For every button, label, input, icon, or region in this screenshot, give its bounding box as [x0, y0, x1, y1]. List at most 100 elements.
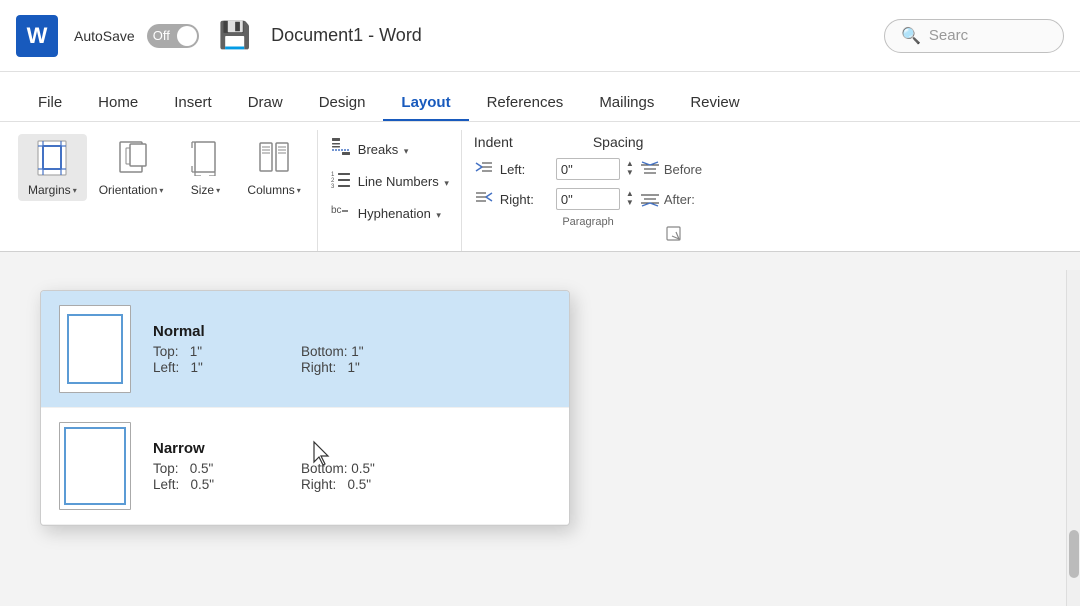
normal-bottom-entry: Bottom: 1": [301, 344, 421, 359]
left-indent-label: Left:: [500, 162, 550, 177]
narrow-margin-name: Narrow: [153, 440, 421, 457]
margins-arrow-icon: ▾: [73, 186, 77, 195]
normal-preview-inner: [67, 314, 123, 384]
hyphenation-icon: bc: [330, 200, 352, 227]
indent-spacing-titles: Indent Spacing: [474, 130, 702, 150]
after-spacing-label: After:: [640, 191, 695, 207]
narrow-top-bottom-row: Top: 0.5" Bottom: 0.5": [153, 461, 421, 476]
narrow-left-entry: Left: 0.5": [153, 477, 273, 492]
paragraph-tools-group: Breaks ▾ 1 2 3 Line Numbers: [318, 130, 462, 251]
breaks-label[interactable]: Breaks ▾: [358, 142, 409, 157]
word-logo-icon: W: [16, 15, 58, 57]
right-indent-input[interactable]: [556, 188, 620, 210]
tab-layout[interactable]: Layout: [383, 84, 468, 121]
normal-top-bottom-row: Top: 1" Bottom: 1": [153, 344, 421, 359]
svg-text:bc: bc: [331, 205, 342, 216]
search-box[interactable]: 🔍 Searc: [884, 19, 1064, 53]
columns-arrow-icon: ▾: [297, 186, 301, 195]
columns-icon: [255, 138, 293, 181]
title-bar: W AutoSave Off 💾 Document1 - Word 🔍 Sear…: [0, 0, 1080, 72]
normal-margin-name: Normal: [153, 323, 421, 340]
margin-item-narrow[interactable]: Narrow Top: 0.5" Bottom: 0.5" Left: 0.5"…: [41, 408, 569, 525]
size-arrow-icon: ▾: [216, 186, 220, 195]
margins-dropdown: Normal Top: 1" Bottom: 1" Left: 1" Right…: [40, 290, 570, 526]
narrow-margin-details: Top: 0.5" Bottom: 0.5" Left: 0.5" Right:…: [153, 461, 421, 492]
columns-button[interactable]: Columns ▾: [237, 134, 310, 201]
save-icon[interactable]: 💾: [219, 20, 251, 51]
normal-left-entry: Left: 1": [153, 360, 273, 375]
size-button[interactable]: Size ▾: [175, 134, 235, 201]
tab-file[interactable]: File: [20, 84, 80, 121]
size-icon: [186, 138, 224, 181]
tab-draw[interactable]: Draw: [230, 84, 301, 121]
scrollbar[interactable]: [1066, 270, 1080, 606]
orientation-label: Orientation ▾: [99, 183, 164, 197]
right-indent-label: Right:: [500, 192, 550, 207]
indent-title: Indent: [474, 134, 513, 150]
hyphenation-arrow-icon: ▾: [436, 210, 441, 220]
margins-button[interactable]: Margins ▾: [18, 134, 87, 201]
breaks-arrow-icon: ▾: [404, 146, 409, 156]
before-spacing-label: Before: [640, 161, 702, 177]
right-indent-spinner[interactable]: ▲ ▼: [626, 190, 634, 208]
narrow-page-preview: [59, 422, 131, 510]
indent-spacing-rows: Left: ▲ ▼ Before Right: ▲: [474, 150, 702, 212]
search-icon: 🔍: [901, 26, 921, 46]
right-indent-down-arrow[interactable]: ▼: [626, 199, 634, 208]
left-indent-input[interactable]: [556, 158, 620, 180]
tab-references[interactable]: References: [469, 84, 582, 121]
left-indent-spinner[interactable]: ▲ ▼: [626, 160, 634, 178]
ribbon-content: Margins ▾ Orientation ▾: [0, 122, 1080, 252]
tab-design[interactable]: Design: [301, 84, 384, 121]
orientation-arrow-icon: ▾: [159, 186, 163, 195]
margin-item-normal[interactable]: Normal Top: 1" Bottom: 1" Left: 1" Right…: [41, 291, 569, 408]
tab-home[interactable]: Home: [80, 84, 156, 121]
orientation-button[interactable]: Orientation ▾: [89, 134, 174, 201]
page-setup-buttons: Margins ▾ Orientation ▾: [18, 130, 311, 251]
tab-insert[interactable]: Insert: [156, 84, 230, 121]
size-label: Size ▾: [191, 183, 220, 197]
line-numbers-icon: 1 2 3: [330, 168, 352, 195]
spacing-title: Spacing: [593, 134, 644, 150]
normal-margin-details: Top: 1" Bottom: 1" Left: 1" Right: 1": [153, 344, 421, 375]
search-placeholder-text: Searc: [929, 27, 968, 44]
columns-label: Columns ▾: [247, 183, 300, 197]
autosave-toggle[interactable]: Off: [147, 24, 199, 48]
toggle-knob: [177, 26, 197, 46]
margins-label: Margins ▾: [28, 183, 77, 197]
normal-left-right-row: Left: 1" Right: 1": [153, 360, 421, 375]
normal-right-entry: Right: 1": [301, 360, 421, 375]
ribbon-tabs: File Home Insert Draw Design Layout Refe…: [0, 72, 1080, 122]
narrow-left-right-row: Left: 0.5" Right: 0.5": [153, 477, 421, 492]
svg-text:3: 3: [331, 184, 335, 190]
toggle-off-text: Off: [153, 28, 170, 43]
autosave-label: AutoSave: [74, 28, 135, 44]
left-indent-icon: [474, 159, 494, 180]
hyphenation-label[interactable]: Hyphenation ▾: [358, 206, 441, 221]
normal-page-preview: [59, 305, 131, 393]
right-indent-icon: [474, 189, 494, 210]
margins-icon: [33, 138, 71, 181]
document-title: Document1 - Word: [271, 25, 422, 46]
normal-top-entry: Top: 1": [153, 344, 273, 359]
tab-review[interactable]: Review: [672, 84, 757, 121]
paragraph-tool-rows: Breaks ▾ 1 2 3 Line Numbers: [330, 130, 449, 228]
line-numbers-label[interactable]: Line Numbers ▾: [358, 174, 449, 189]
scrollbar-thumb[interactable]: [1069, 530, 1079, 578]
right-indent-row: Right: ▲ ▼ After:: [474, 186, 702, 212]
paragraph-dialog-launcher[interactable]: [666, 226, 682, 247]
orientation-icon: [112, 138, 150, 181]
narrow-right-entry: Right: 0.5": [301, 477, 421, 492]
narrow-top-entry: Top: 0.5": [153, 461, 273, 476]
line-numbers-row[interactable]: 1 2 3 Line Numbers ▾: [330, 166, 449, 196]
normal-margin-info: Normal Top: 1" Bottom: 1" Left: 1" Right…: [153, 323, 421, 375]
left-indent-down-arrow[interactable]: ▼: [626, 169, 634, 178]
breaks-icon: [330, 136, 352, 163]
breaks-row[interactable]: Breaks ▾: [330, 134, 449, 164]
narrow-preview-inner: [64, 427, 126, 505]
narrow-margin-info: Narrow Top: 0.5" Bottom: 0.5" Left: 0.5"…: [153, 440, 421, 492]
narrow-bottom-entry: Bottom: 0.5": [301, 461, 421, 476]
tab-mailings[interactable]: Mailings: [581, 84, 672, 121]
page-setup-group: Margins ▾ Orientation ▾: [12, 130, 318, 251]
hyphenation-row[interactable]: bc Hyphenation ▾: [330, 198, 449, 228]
